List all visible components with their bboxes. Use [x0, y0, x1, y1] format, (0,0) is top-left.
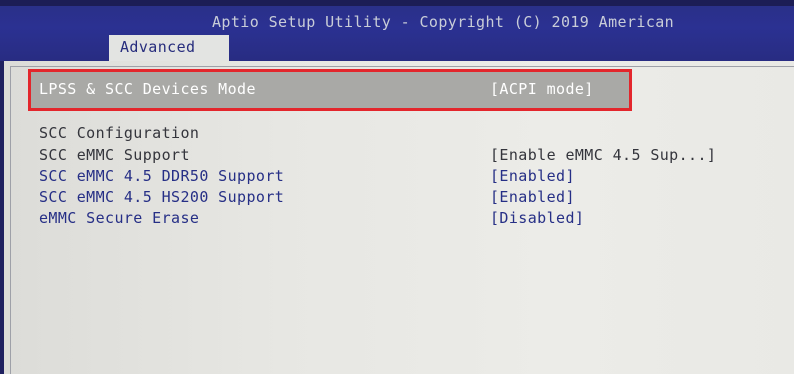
tab-advanced[interactable]: Advanced — [109, 35, 229, 61]
setting-scc-emmc-support: SCC eMMC Support — [39, 146, 190, 164]
value-scc-emmc-support: [Enable eMMC 4.5 Sup...] — [490, 146, 717, 164]
section-scc-configuration: SCC Configuration — [39, 124, 200, 142]
bios-setup-screen: Aptio Setup Utility - Copyright (C) 2019… — [0, 0, 794, 374]
value-emmc-secure-erase[interactable]: [Disabled] — [490, 209, 584, 227]
setting-scc-emmc-ddr50[interactable]: SCC eMMC 4.5 DDR50 Support — [39, 167, 284, 185]
value-scc-emmc-hs200[interactable]: [Enabled] — [490, 188, 575, 206]
setting-emmc-secure-erase[interactable]: eMMC Secure Erase — [39, 209, 199, 227]
window-title: Aptio Setup Utility - Copyright (C) 2019… — [212, 13, 675, 31]
title-bar: Aptio Setup Utility - Copyright (C) 2019… — [0, 0, 794, 61]
title-bar-edge — [0, 0, 794, 6]
value-lpss-scc-devices-mode[interactable]: [ACPI mode] — [490, 80, 594, 98]
value-scc-emmc-ddr50[interactable]: [Enabled] — [490, 167, 575, 185]
setting-lpss-scc-devices-mode[interactable]: LPSS & SCC Devices Mode — [39, 80, 256, 98]
setting-scc-emmc-hs200[interactable]: SCC eMMC 4.5 HS200 Support — [39, 188, 284, 206]
